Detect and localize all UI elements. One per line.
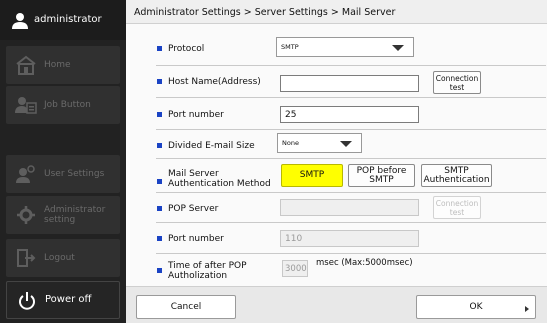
port-label: Port number — [168, 110, 224, 120]
divider — [156, 253, 546, 254]
admin-gear-icon — [17, 206, 35, 224]
main-panel: Administrator Settings > Server Settings… — [126, 0, 547, 323]
pop-server-input[interactable] — [280, 199, 419, 216]
auth-label: Mail Server Authentication Method — [168, 169, 271, 189]
pop-server-label: POP Server — [168, 204, 219, 214]
home-icon — [16, 55, 36, 75]
divider — [156, 192, 546, 193]
cancel-button[interactable]: Cancel — [136, 295, 236, 319]
row-bullet — [157, 236, 162, 241]
protocol-label: Protocol — [168, 44, 205, 54]
protocol-select[interactable]: SMTP — [276, 37, 414, 57]
logout-icon — [17, 249, 36, 267]
breadcrumb-text: Administrator Settings > Server Settings… — [134, 7, 396, 18]
sidebar-item-label: User Settings — [44, 169, 105, 179]
job-button-icon — [15, 97, 37, 114]
sidebar-item-label: Job Button — [44, 100, 91, 110]
row-bullet — [157, 206, 162, 211]
ok-button[interactable]: OK — [416, 295, 536, 319]
divider — [156, 158, 546, 159]
row-bullet — [157, 268, 162, 273]
host-label: Host Name(Address) — [168, 77, 261, 87]
ok-label: OK — [469, 302, 483, 312]
power-icon — [19, 292, 35, 310]
pop-port-input[interactable]: 110 — [280, 230, 419, 247]
cancel-label: Cancel — [170, 302, 202, 312]
row-bullet — [157, 79, 162, 84]
sidebar-item-job-button[interactable]: Job Button — [6, 86, 120, 124]
user-settings-icon — [16, 165, 35, 183]
user-box: administrator — [0, 0, 126, 40]
arrow-right-icon — [525, 306, 529, 312]
sidebar-item-label: Logout — [44, 253, 75, 263]
divider — [156, 65, 546, 66]
power-off-label: Power off — [45, 294, 92, 305]
row-bullet — [157, 143, 162, 148]
divider — [156, 222, 546, 223]
auth-smtp-button[interactable]: SMTP — [281, 164, 343, 187]
sidebar-item-logout[interactable]: Logout — [6, 239, 120, 277]
divided-value: None — [282, 139, 299, 147]
sidebar: administrator Home Job Button User Setti… — [0, 0, 126, 323]
row-bullet — [157, 112, 162, 117]
sidebar-item-home[interactable]: Home — [6, 46, 120, 84]
power-off-button[interactable]: Power off — [6, 281, 120, 319]
sidebar-item-label: Administrator setting — [44, 205, 106, 225]
pop-time-unit: msec (Max:5000msec) — [316, 258, 413, 268]
row-bullet — [157, 179, 162, 184]
pop-connection-test-button[interactable]: Connection test — [433, 196, 481, 219]
pop-time-input[interactable]: 3000 — [282, 260, 308, 277]
host-input[interactable] — [280, 75, 419, 92]
divided-select[interactable]: None — [277, 133, 362, 153]
sidebar-item-label: Home — [44, 60, 71, 70]
pop-time-label: Time of after POP Autholization — [168, 261, 247, 281]
chevron-down-icon — [392, 45, 404, 51]
user-name: administrator — [34, 14, 102, 25]
divided-label: Divided E-mail Size — [168, 141, 255, 151]
sidebar-item-administrator-setting[interactable]: Administrator setting — [6, 196, 120, 234]
port-input[interactable]: 25 — [280, 106, 419, 123]
auth-smtp-authentication-button[interactable]: SMTP Authentication — [421, 164, 492, 187]
sidebar-item-user-settings[interactable]: User Settings — [6, 155, 120, 193]
pop-port-label: Port number — [168, 234, 224, 244]
auth-pop-before-smtp-button[interactable]: POP before SMTP — [348, 164, 415, 187]
footer-bar: Cancel OK — [126, 286, 547, 323]
divider — [156, 129, 546, 130]
chevron-down-icon — [340, 141, 352, 147]
protocol-value: SMTP — [281, 43, 299, 51]
host-connection-test-button[interactable]: Connection test — [433, 71, 481, 94]
divider — [156, 97, 546, 98]
breadcrumb: Administrator Settings > Server Settings… — [126, 0, 547, 24]
row-bullet — [157, 46, 162, 51]
user-icon — [12, 13, 28, 29]
